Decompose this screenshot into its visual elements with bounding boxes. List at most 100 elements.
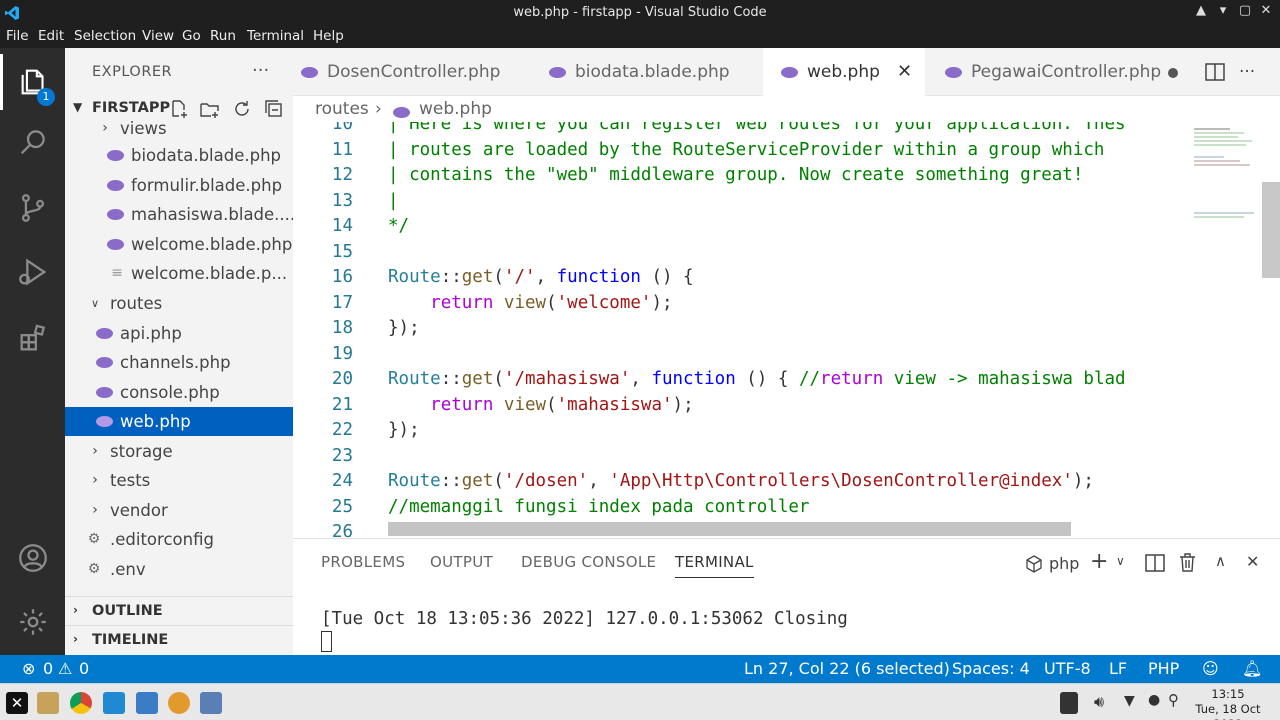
code-line[interactable]: 19	[293, 344, 1183, 370]
tree-file-console[interactable]: console.php	[65, 378, 293, 407]
breadcrumb-file[interactable]: web.php	[419, 99, 492, 119]
accounts-activity[interactable]	[0, 530, 65, 586]
split-terminal-icon[interactable]	[1145, 554, 1165, 572]
explorer-activity[interactable]: 1	[0, 54, 65, 110]
code-line[interactable]: 21 return view('mahasiswa');	[293, 395, 1183, 421]
timeline-section[interactable]: › TIMELINE	[65, 625, 293, 653]
code-line[interactable]: 20 Route::get('/mahasiswa', function () {…	[293, 369, 1183, 395]
network-icon[interactable]: ▼	[1124, 693, 1135, 709]
tree-folder-routes[interactable]: ∨ routes	[65, 289, 293, 318]
tree-file-welcome-text[interactable]: ≡ welcome.blade.p...	[65, 259, 293, 288]
file-manager-icon[interactable]	[37, 692, 59, 714]
code-line[interactable]: 11 | routes are loaded by the RouteServic…	[293, 140, 1183, 166]
vscode-taskbar-icon[interactable]	[103, 692, 125, 714]
search-activity[interactable]	[0, 114, 65, 170]
manage-activity[interactable]	[0, 594, 65, 650]
menu-run[interactable]: Run	[210, 28, 236, 44]
menu-terminal[interactable]: Terminal	[247, 28, 304, 44]
feedback-icon[interactable]: ☺	[1202, 659, 1219, 678]
terminal-shell-name[interactable]: php	[1049, 554, 1079, 573]
new-terminal-icon[interactable]: +	[1090, 549, 1108, 574]
tree-file-env[interactable]: ⚙ .env	[65, 555, 293, 584]
tab-web[interactable]: web.php ✕	[763, 48, 925, 96]
app-window-icon[interactable]	[136, 692, 158, 714]
minimap[interactable]	[1190, 122, 1260, 242]
panel-tab-output[interactable]: OUTPUT	[430, 553, 493, 571]
indentation[interactable]: Spaces: 4	[952, 659, 1030, 678]
tree-file-formulir[interactable]: formulir.blade.php	[65, 171, 293, 200]
location-icon[interactable]: ⚲	[1168, 691, 1179, 709]
tree-folder-vendor[interactable]: › vendor	[65, 496, 293, 525]
panel-tab-debug-console[interactable]: DEBUG CONSOLE	[521, 553, 656, 571]
horizontal-scrollbar[interactable]	[388, 522, 1071, 536]
tree-folder-views[interactable]: › views	[65, 114, 293, 143]
text-editor-app-icon[interactable]	[200, 692, 222, 714]
code-line[interactable]: 25 //memanggil fungsi index pada controll…	[293, 497, 1183, 523]
code-editor[interactable]: 10 | Here is where you can register web r…	[293, 122, 1280, 538]
tree-file-biodata[interactable]: biodata.blade.php	[65, 141, 293, 170]
code-line[interactable]: 10 | Here is where you can register web r…	[293, 122, 1183, 140]
tab-biodata[interactable]: biodata.blade.php	[533, 48, 763, 96]
code-line[interactable]: 16 Route::get('/', function () {	[293, 267, 1183, 293]
tree-file-editorconfig[interactable]: ⚙ .editorconfig	[65, 525, 293, 554]
volume-icon[interactable]: 🔊︎	[1094, 692, 1104, 712]
code-line[interactable]: 15	[293, 242, 1183, 268]
code-line[interactable]: 17 return view('welcome');	[293, 293, 1183, 319]
start-menu-icon[interactable]: ✕	[6, 692, 28, 714]
maximize-panel-icon[interactable]: ∧	[1215, 552, 1226, 570]
tree-folder-tests[interactable]: › tests	[65, 466, 293, 495]
battery-icon[interactable]	[1060, 692, 1078, 714]
window-up-icon[interactable]: ▲	[1190, 3, 1212, 23]
code-line[interactable]: 12 | contains the "web" middleware group.…	[293, 165, 1183, 191]
error-icon[interactable]: ⊗	[22, 659, 35, 678]
split-editor-icon[interactable]	[1205, 63, 1225, 81]
outline-section[interactable]: › OUTLINE	[65, 596, 293, 624]
tree-file-api[interactable]: api.php	[65, 319, 293, 348]
panel-tab-problems[interactable]: PROBLEMS	[321, 553, 405, 571]
code-line[interactable]: 24 Route::get('/dosen', 'App\Http\Control…	[293, 471, 1183, 497]
tree-file-welcome[interactable]: welcome.blade.php	[65, 230, 293, 259]
code-line[interactable]: 18});	[293, 318, 1183, 344]
maximize-icon[interactable]: ▢	[1234, 3, 1256, 23]
code-line[interactable]: 13 |	[293, 191, 1183, 217]
run-debug-activity[interactable]	[0, 244, 65, 300]
menu-file[interactable]: File	[6, 28, 29, 44]
breadcrumb-folder[interactable]: routes	[315, 99, 369, 119]
menu-help[interactable]: Help	[313, 28, 344, 44]
chevron-down-icon[interactable]: ∨	[1116, 554, 1125, 568]
tree-file-channels[interactable]: channels.php	[65, 348, 293, 377]
warning-icon[interactable]: ⚠	[58, 659, 72, 678]
chrome-icon[interactable]	[70, 692, 92, 714]
close-window-icon[interactable]: ✕	[1255, 3, 1277, 23]
more-actions-icon[interactable]: ···	[252, 60, 269, 81]
tree-file-web[interactable]: web.php	[65, 407, 293, 436]
tab-dosencontroller[interactable]: DosenController.php	[293, 48, 533, 96]
tree-file-mahasiswa[interactable]: mahasiswa.blade....	[65, 200, 293, 229]
tab-pegawaicontroller[interactable]: PegawaiController.php	[925, 48, 1190, 96]
menu-edit[interactable]: Edit	[38, 28, 64, 44]
end-of-line[interactable]: LF	[1109, 659, 1127, 678]
modified-dot-icon[interactable]	[1168, 68, 1178, 78]
warning-count[interactable]: 0	[79, 659, 89, 678]
menu-selection[interactable]: Selection	[74, 28, 136, 44]
extensions-activity[interactable]	[0, 310, 65, 366]
trash-icon[interactable]	[1179, 553, 1196, 572]
status-dot-icon[interactable]: ●	[1148, 692, 1160, 708]
menu-view[interactable]: View	[142, 28, 174, 44]
notifications-bell-icon[interactable]: 🔔︎	[1242, 659, 1262, 678]
tree-folder-storage[interactable]: › storage	[65, 437, 293, 466]
menu-go[interactable]: Go	[182, 28, 201, 44]
clock[interactable]: 13:15 Tue, 18 Oct 2022	[1180, 687, 1276, 720]
close-tab-icon[interactable]: ✕	[897, 61, 912, 82]
source-control-activity[interactable]	[0, 180, 65, 236]
encoding[interactable]: UTF-8	[1044, 659, 1091, 678]
language-mode[interactable]: PHP	[1148, 659, 1179, 678]
error-count[interactable]: 0	[43, 659, 53, 678]
code-line[interactable]: 23	[293, 446, 1183, 472]
cursor-position[interactable]: Ln 27, Col 22 (6 selected)	[744, 659, 950, 678]
more-actions-icon[interactable]: ···	[1239, 62, 1255, 82]
settings-app-icon[interactable]	[168, 692, 190, 714]
code-line[interactable]: 14 */	[293, 216, 1183, 242]
panel-tab-terminal[interactable]: TERMINAL	[675, 553, 754, 578]
code-line[interactable]: 22});	[293, 420, 1183, 446]
